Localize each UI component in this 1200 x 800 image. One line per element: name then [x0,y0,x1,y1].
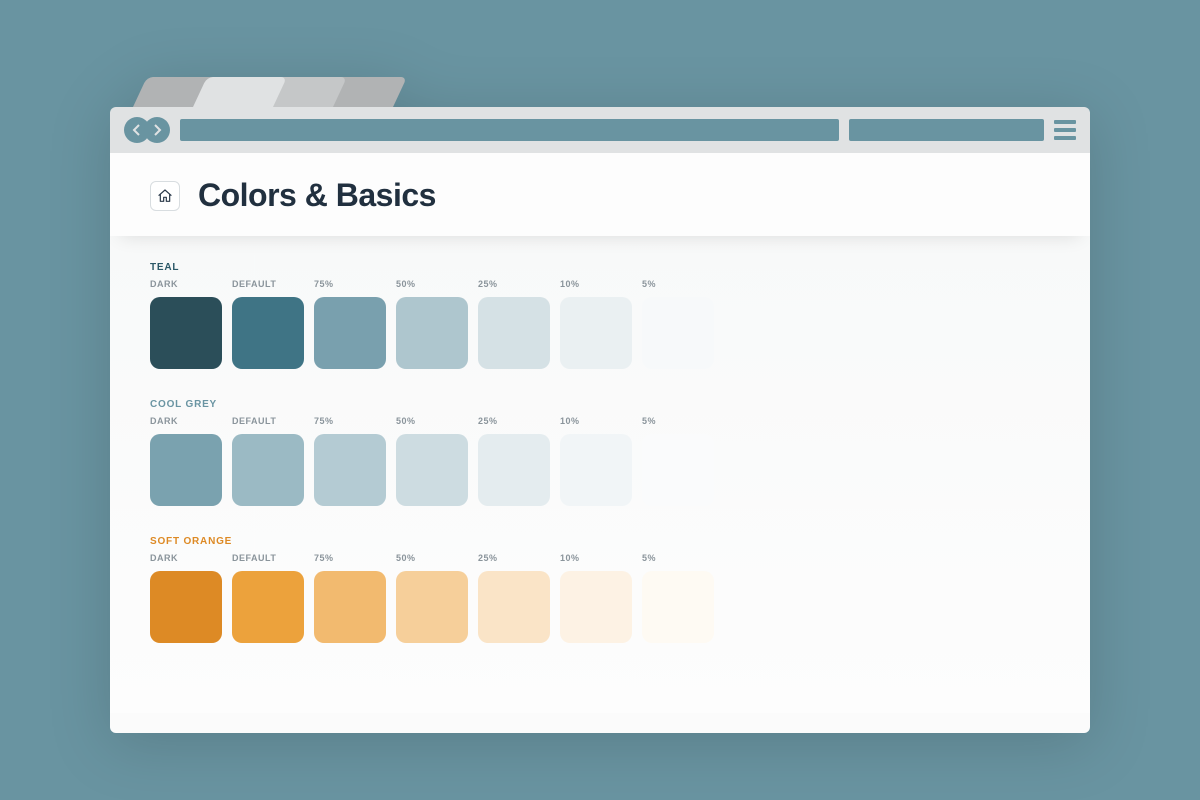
palette-group: TEAL DARK DEFAULT 75% 50% 25% 10% 5% [150,262,1050,369]
swatch-column: 50% [396,416,468,506]
swatch-label: 50% [396,416,468,430]
swatch-label: 10% [560,279,632,293]
color-swatch[interactable] [396,571,468,643]
swatch-column: 10% [560,553,632,643]
chevron-left-icon [132,124,142,136]
swatch-label: 10% [560,553,632,567]
swatch-column: DEFAULT [232,553,304,643]
color-swatch[interactable] [150,434,222,506]
swatch-column: 50% [396,553,468,643]
color-swatch[interactable] [232,434,304,506]
swatch-label: 50% [396,279,468,293]
page-title: Colors & Basics [198,177,436,214]
color-swatch[interactable] [314,434,386,506]
swatch-label: 75% [314,553,386,567]
swatch-label: 50% [396,553,468,567]
search-bar[interactable] [849,119,1044,141]
chevron-right-icon [152,124,162,136]
swatch-column: DARK [150,416,222,506]
swatch-column: DEFAULT [232,416,304,506]
swatch-label: 5% [642,416,714,430]
swatch-column: 5% [642,416,714,506]
page-header: Colors & Basics [110,153,1090,236]
menu-icon [1054,120,1076,124]
swatch-column: 10% [560,416,632,506]
browser-toolbar [110,107,1090,153]
color-swatch[interactable] [150,571,222,643]
color-swatch[interactable] [642,434,714,506]
menu-button[interactable] [1054,120,1076,140]
palette-group: SOFT ORANGE DARK DEFAULT 75% 50% 25% 10% 5% [150,536,1050,643]
home-button[interactable] [150,181,180,211]
swatch-label: 5% [642,553,714,567]
color-swatch[interactable] [314,297,386,369]
color-swatch[interactable] [150,297,222,369]
color-swatch[interactable] [314,571,386,643]
browser-tab-active[interactable] [200,77,280,107]
color-swatch[interactable] [560,297,632,369]
palette-name: SOFT ORANGE [150,536,1050,547]
color-swatch[interactable] [642,297,714,369]
color-swatch[interactable] [478,571,550,643]
swatch-column: DARK [150,279,222,369]
swatch-column: 75% [314,553,386,643]
swatch-label: 75% [314,279,386,293]
swatch-label: 75% [314,416,386,430]
swatch-column: 25% [478,553,550,643]
swatch-column: DARK [150,553,222,643]
swatch-label: DEFAULT [232,416,304,430]
browser-tabs [110,77,1090,107]
forward-button[interactable] [144,117,170,143]
address-bar[interactable] [180,119,839,141]
swatch-row: DARK DEFAULT 75% 50% 25% 10% 5% [150,416,1050,506]
swatch-label: DARK [150,553,222,567]
swatch-label: 10% [560,416,632,430]
color-swatch[interactable] [478,434,550,506]
color-swatch[interactable] [560,434,632,506]
color-swatch[interactable] [232,297,304,369]
color-swatch[interactable] [396,434,468,506]
swatch-column: 75% [314,279,386,369]
home-icon [157,188,173,204]
color-swatch[interactable] [478,297,550,369]
swatch-row: DARK DEFAULT 75% 50% 25% 10% 5% [150,279,1050,369]
palette-name: TEAL [150,262,1050,273]
swatch-row: DARK DEFAULT 75% 50% 25% 10% 5% [150,553,1050,643]
swatch-column: 5% [642,553,714,643]
swatch-column: 75% [314,416,386,506]
swatch-column: DEFAULT [232,279,304,369]
color-swatch[interactable] [642,571,714,643]
palette-name: COOL GREY [150,399,1050,410]
swatch-column: 25% [478,416,550,506]
swatch-label: DARK [150,279,222,293]
swatch-column: 25% [478,279,550,369]
swatch-label: DEFAULT [232,279,304,293]
swatch-label: 25% [478,279,550,293]
palette-group: COOL GREY DARK DEFAULT 75% 50% 25% 10% 5% [150,399,1050,506]
swatch-label: DARK [150,416,222,430]
color-swatch[interactable] [560,571,632,643]
swatch-label: DEFAULT [232,553,304,567]
swatch-column: 50% [396,279,468,369]
swatch-label: 25% [478,553,550,567]
swatch-label: 25% [478,416,550,430]
page-body: Colors & Basics TEAL DARK DEFAULT 75% 50% 25%… [110,153,1090,733]
browser-mockup: Colors & Basics TEAL DARK DEFAULT 75% 50% 25%… [110,77,1090,733]
swatch-column: 5% [642,279,714,369]
swatch-label: 5% [642,279,714,293]
color-swatch[interactable] [396,297,468,369]
color-swatch[interactable] [232,571,304,643]
nav-buttons [124,117,170,143]
swatch-column: 10% [560,279,632,369]
palette-content: TEAL DARK DEFAULT 75% 50% 25% 10% 5% COOL GREY DA… [110,236,1090,713]
